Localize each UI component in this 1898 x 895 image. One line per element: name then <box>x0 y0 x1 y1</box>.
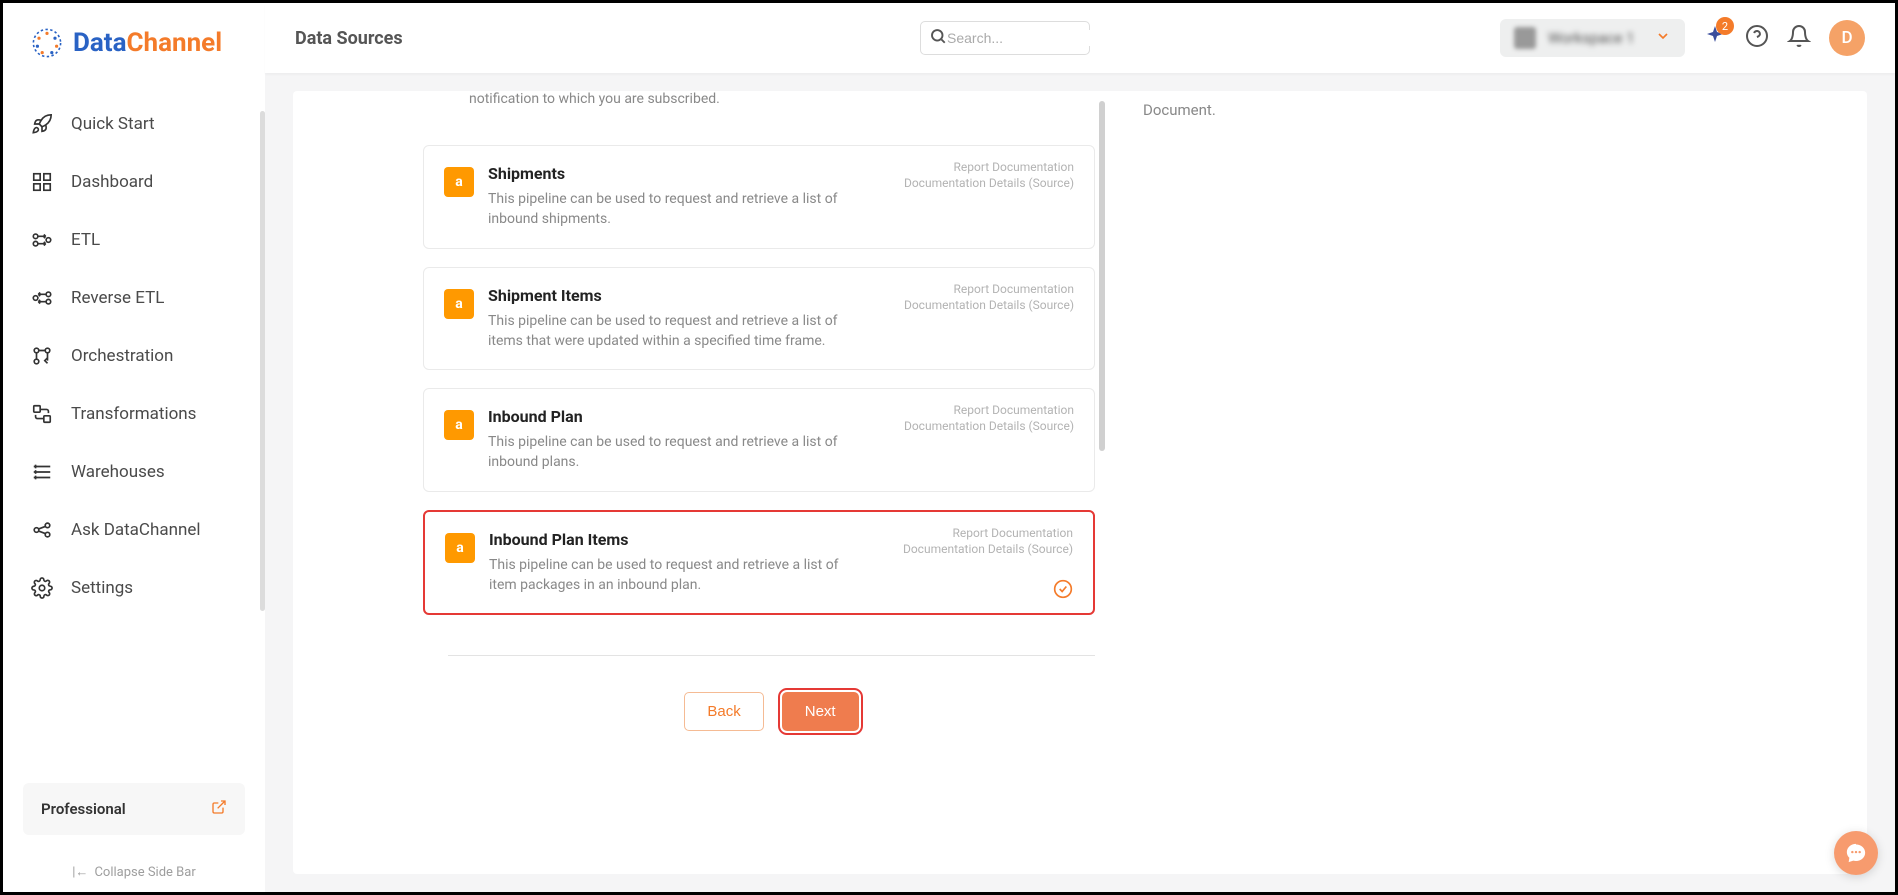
pipeline-link-details[interactable]: Documentation Details (Source) <box>904 176 1074 190</box>
chat-fab-button[interactable] <box>1834 831 1878 875</box>
pipeline-description: This pipeline can be used to request and… <box>489 555 849 596</box>
transformations-icon <box>31 403 53 425</box>
pipeline-link-details[interactable]: Documentation Details (Source) <box>903 542 1073 556</box>
external-link-icon <box>211 799 227 819</box>
notification-badge: 2 <box>1716 17 1734 35</box>
back-button[interactable]: Back <box>684 692 763 731</box>
plan-badge[interactable]: Professional <box>23 783 245 835</box>
pipeline-link-details[interactable]: Documentation Details (Source) <box>904 298 1074 312</box>
plan-text: Professional <box>41 800 126 818</box>
logo-icon <box>31 27 63 59</box>
logo-text: DataChannel <box>73 28 222 58</box>
pipeline-description: This pipeline can be used to request and… <box>488 189 848 230</box>
pipeline-description: This pipeline can be used to request and… <box>488 311 848 352</box>
sidebar-item-transformations[interactable]: Transformations <box>3 385 265 443</box>
sidebar-item-ask-datachannel[interactable]: Ask DataChannel <box>3 501 265 559</box>
content-area: notification to which you are subscribed… <box>265 73 1895 892</box>
pipeline-column: notification to which you are subscribed… <box>293 91 1133 874</box>
pipeline-scrollbar[interactable] <box>1099 101 1105 451</box>
pipeline-top-description: notification to which you are subscribed… <box>409 91 1133 127</box>
sidebar-item-label: Orchestration <box>71 346 173 366</box>
amazon-icon: a <box>444 410 474 440</box>
sidebar-item-label: Warehouses <box>71 462 165 482</box>
pipeline-link-report-doc[interactable]: Report Documentation <box>904 403 1074 417</box>
pipeline-description: This pipeline can be used to request and… <box>488 432 848 473</box>
sidebar-item-label: Settings <box>71 578 133 598</box>
sidebar-item-label: Dashboard <box>71 172 153 192</box>
pipeline-card-shipments[interactable]: a Shipments This pipeline can be used to… <box>423 145 1095 249</box>
workspace-logo-icon <box>1514 27 1536 49</box>
next-button[interactable]: Next <box>782 692 859 731</box>
sidebar-item-orchestration[interactable]: Orchestration <box>3 327 265 385</box>
grid-icon <box>31 171 53 193</box>
pipeline-card-shipment-items[interactable]: a Shipment Items This pipeline can be us… <box>423 267 1095 371</box>
button-row: Back Next <box>448 655 1095 731</box>
rocket-icon <box>31 113 53 135</box>
sidebar-item-label: Quick Start <box>71 114 155 134</box>
sidebar-item-etl[interactable]: ETL <box>3 211 265 269</box>
etl-icon <box>31 229 53 251</box>
workspace-name: Workspace 1 <box>1548 29 1643 47</box>
main-area: Data Sources Workspace 1 2 <box>265 3 1895 892</box>
collapse-sidebar-button[interactable]: |← Collapse Side Bar <box>3 851 265 892</box>
pipeline-title: Shipments <box>488 164 848 183</box>
pipeline-link-report-doc[interactable]: Report Documentation <box>904 160 1074 174</box>
workspace-selector[interactable]: Workspace 1 <box>1500 19 1685 57</box>
avatar[interactable]: D <box>1829 20 1865 56</box>
ai-sparkle-button[interactable]: 2 <box>1703 24 1727 52</box>
reverse-etl-icon <box>31 287 53 309</box>
amazon-icon: a <box>444 289 474 319</box>
pipeline-card-inbound-plan-items[interactable]: a Inbound Plan Items This pipeline can b… <box>423 510 1095 616</box>
sidebar-item-label: Transformations <box>71 404 196 424</box>
sidebar-item-reverse-etl[interactable]: Reverse ETL <box>3 269 265 327</box>
topbar: Data Sources Workspace 1 2 <box>265 3 1895 73</box>
help-button[interactable] <box>1745 24 1769 52</box>
pipeline-title: Inbound Plan Items <box>489 530 849 549</box>
logo[interactable]: DataChannel <box>3 3 265 83</box>
avatar-initial: D <box>1841 28 1852 48</box>
ask-icon <box>31 519 53 541</box>
pipeline-link-details[interactable]: Documentation Details (Source) <box>904 419 1074 433</box>
sidebar: DataChannel Quick Start Dashboard <box>3 3 265 892</box>
info-text: Document. <box>1143 101 1216 119</box>
collapse-icon: |← <box>72 864 88 880</box>
warehouse-icon <box>31 461 53 483</box>
page-title: Data Sources <box>295 28 403 49</box>
amazon-icon: a <box>444 167 474 197</box>
pipeline-title: Inbound Plan <box>488 407 848 426</box>
sidebar-item-warehouses[interactable]: Warehouses <box>3 443 265 501</box>
sidebar-item-label: ETL <box>71 230 100 250</box>
gear-icon <box>31 577 53 599</box>
collapse-label: Collapse Side Bar <box>94 865 195 880</box>
pipeline-link-report-doc[interactable]: Report Documentation <box>904 282 1074 296</box>
sidebar-item-settings[interactable]: Settings <box>3 559 265 617</box>
search-box[interactable] <box>920 21 1090 55</box>
amazon-icon: a <box>445 533 475 563</box>
content-card: notification to which you are subscribed… <box>293 91 1867 874</box>
notifications-button[interactable] <box>1787 24 1811 52</box>
sidebar-scrollbar[interactable] <box>260 111 265 611</box>
sidebar-item-label: Reverse ETL <box>71 288 164 308</box>
pipeline-title: Shipment Items <box>488 286 848 305</box>
bell-icon <box>1787 24 1811 48</box>
sidebar-item-label: Ask DataChannel <box>71 520 201 540</box>
help-icon <box>1745 24 1769 48</box>
pipeline-card-inbound-plan[interactable]: a Inbound Plan This pipeline can be used… <box>423 388 1095 492</box>
search-input[interactable] <box>947 30 1128 46</box>
chat-icon <box>1845 842 1867 864</box>
info-column: Document. <box>1133 91 1867 874</box>
sidebar-nav: Quick Start Dashboard ETL Reverse ETL <box>3 83 265 767</box>
pipeline-link-report-doc[interactable]: Report Documentation <box>903 526 1073 540</box>
search-icon <box>929 27 947 49</box>
chevron-down-icon <box>1655 28 1671 48</box>
check-circle-icon <box>1053 579 1073 599</box>
sidebar-item-quick-start[interactable]: Quick Start <box>3 95 265 153</box>
orchestration-icon <box>31 345 53 367</box>
sidebar-item-dashboard[interactable]: Dashboard <box>3 153 265 211</box>
